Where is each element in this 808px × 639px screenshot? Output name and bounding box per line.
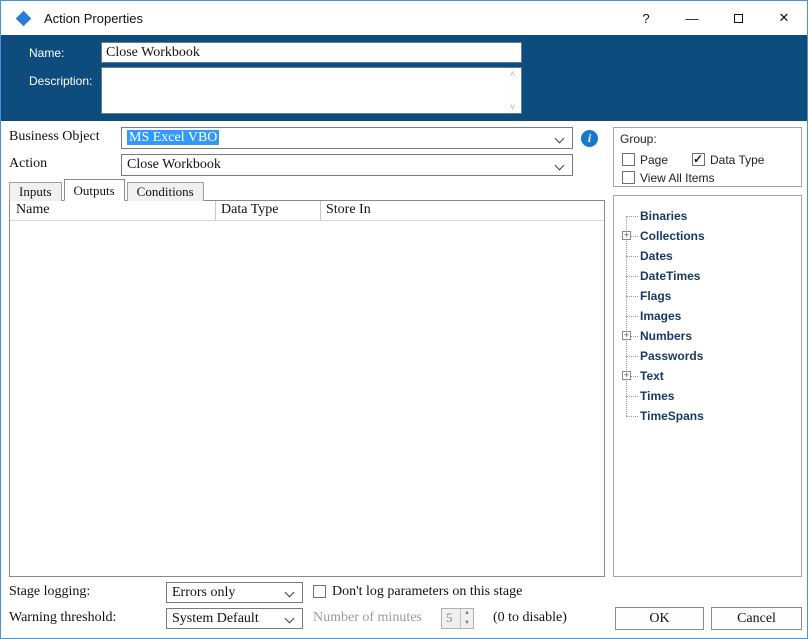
number-of-minutes-label: Number of minutes — [313, 610, 422, 625]
tree-item-label: Binaries — [640, 209, 688, 223]
name-input[interactable] — [101, 42, 522, 63]
type-tree-items: + Binaries + Collections + Dates + DateT… — [614, 206, 801, 426]
stage-logging-select[interactable]: Errors only — [166, 582, 303, 603]
group-title: Group: — [620, 132, 657, 146]
minimize-button[interactable]: — — [669, 1, 715, 35]
tree-item[interactable]: + Passwords — [614, 346, 801, 366]
column-divider — [320, 201, 321, 220]
tree-item-label: Numbers — [640, 329, 693, 343]
spin-up-icon: ▲ — [461, 609, 473, 619]
minutes-value: 5 — [446, 610, 453, 625]
tree-item-label: Times — [640, 389, 675, 403]
business-object-value: MS Excel VBO — [127, 130, 220, 145]
spin-down-icon: ▼ — [461, 618, 473, 628]
maximize-button[interactable] — [715, 1, 761, 35]
scroll-up-icon[interactable]: ˄ — [510, 68, 515, 80]
name-label: Name: — [29, 46, 65, 60]
action-value: Close Workbook — [127, 157, 221, 172]
tree-item[interactable]: + DateTimes — [614, 266, 801, 286]
maximize-icon — [733, 13, 743, 23]
tree-item-label: Dates — [640, 249, 673, 263]
business-object-label: Business Object — [9, 129, 100, 144]
window-title: Action Properties — [44, 10, 143, 26]
data-type-checkbox[interactable] — [692, 152, 705, 166]
outputs-table: Name Data Type Store In — [9, 200, 605, 577]
outputs-table-header: Name Data Type Store In — [10, 201, 604, 221]
cancel-button[interactable]: Cancel — [711, 607, 802, 630]
tree-item[interactable]: + Collections — [614, 226, 801, 246]
tree-item-label: Passwords — [640, 349, 704, 363]
warning-threshold-label: Warning threshold: — [9, 610, 117, 625]
tree-item[interactable]: + TimeSpans — [614, 406, 801, 426]
warning-threshold-select[interactable]: System Default — [166, 608, 303, 629]
scroll-down-icon[interactable]: ˅ — [510, 101, 515, 113]
tree-item[interactable]: + Flags — [614, 286, 801, 306]
help-button[interactable]: ? — [623, 1, 669, 35]
column-header-data-type[interactable]: Data Type — [221, 202, 278, 218]
column-header-name[interactable]: Name — [16, 202, 49, 218]
info-icon[interactable]: i — [581, 130, 598, 147]
data-type-checkbox-label: Data Type — [710, 153, 765, 167]
tab-inputs[interactable]: Inputs — [9, 182, 62, 201]
tree-item[interactable]: + Dates — [614, 246, 801, 266]
view-all-items-checkbox[interactable] — [622, 171, 635, 184]
action-select[interactable]: Close Workbook — [121, 154, 573, 176]
tree-item[interactable]: + Binaries — [614, 206, 801, 226]
chevron-down-icon — [284, 587, 295, 598]
tab-outputs[interactable]: Outputs — [63, 179, 125, 201]
page-checkbox[interactable] — [622, 153, 635, 166]
chevron-down-icon — [554, 133, 565, 144]
tree-item-label: DateTimes — [640, 269, 701, 283]
app-diamond-icon — [15, 10, 32, 26]
group-panel: Group: Page Data Type View All Items — [613, 127, 802, 187]
tree-item-label: TimeSpans — [640, 409, 704, 423]
action-properties-dialog: Action Properties ? — ✕ Name: Descriptio… — [0, 0, 808, 639]
expand-plus-icon[interactable]: + — [622, 231, 631, 240]
column-header-store-in[interactable]: Store In — [326, 202, 371, 218]
ok-button[interactable]: OK — [615, 607, 704, 630]
stage-logging-label: Stage logging: — [9, 584, 91, 599]
tree-item-label: Collections — [640, 229, 705, 243]
action-label: Action — [9, 156, 48, 171]
description-box: ˄ ˅ — [101, 67, 522, 114]
tree-item[interactable]: + Numbers — [614, 326, 801, 346]
page-checkbox-label: Page — [640, 153, 669, 167]
tab-strip: Inputs Outputs Conditions — [9, 179, 206, 201]
tree-item-label: Text — [640, 369, 664, 383]
view-all-items-checkbox-label: View All Items — [640, 171, 715, 185]
close-button[interactable]: ✕ — [761, 1, 807, 35]
stage-logging-value: Errors only — [172, 585, 236, 600]
tree-item[interactable]: + Images — [614, 306, 801, 326]
warning-threshold-value: System Default — [172, 611, 259, 626]
description-label: Description: — [29, 74, 93, 88]
type-tree: + Binaries + Collections + Dates + DateT… — [613, 195, 802, 577]
expand-plus-icon[interactable]: + — [622, 331, 631, 340]
business-object-select[interactable]: MS Excel VBO — [121, 127, 573, 149]
tree-item-label: Images — [640, 309, 682, 323]
minutes-spinner: 5 ▲ ▼ — [441, 608, 474, 629]
disable-hint-label: (0 to disable) — [493, 610, 567, 625]
tree-item[interactable]: + Text — [614, 366, 801, 386]
description-input[interactable] — [102, 68, 504, 113]
dont-log-checkbox[interactable] — [313, 585, 326, 598]
spinner-buttons: ▲ ▼ — [460, 609, 473, 628]
chevron-down-icon — [284, 613, 295, 624]
tree-item[interactable]: + Times — [614, 386, 801, 406]
title-bar: Action Properties ? — ✕ — [1, 1, 807, 35]
chevron-down-icon — [554, 160, 565, 171]
tree-item-label: Flags — [640, 289, 672, 303]
caption-buttons: ? — ✕ — [623, 1, 807, 35]
column-divider — [215, 201, 216, 220]
header-band: Name: Description: ˄ ˅ — [1, 35, 807, 121]
tab-conditions[interactable]: Conditions — [126, 182, 204, 201]
description-scrollbar[interactable]: ˄ ˅ — [504, 68, 521, 113]
expand-plus-icon[interactable]: + — [622, 371, 631, 380]
dont-log-label: Don't log parameters on this stage — [332, 584, 523, 599]
